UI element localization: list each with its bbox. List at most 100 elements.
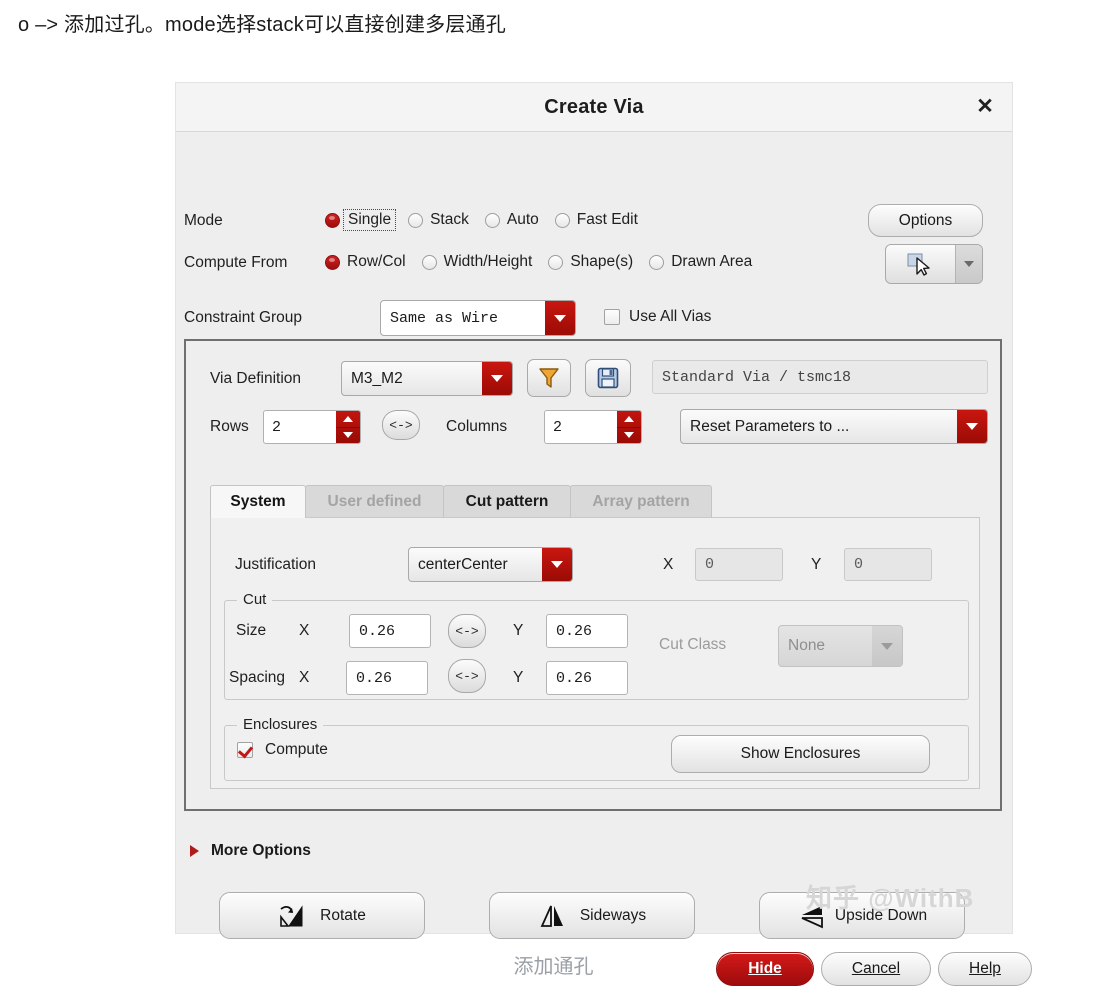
cut-spacing-label: Spacing	[229, 669, 286, 686]
rotate-label: Rotate	[320, 906, 366, 924]
reset-parameters-value: Reset Parameters to ...	[690, 417, 850, 435]
tab-system[interactable]: System	[210, 485, 306, 518]
via-definition-value: M3_M2	[351, 369, 403, 387]
enclosures-group-title: Enclosures	[237, 716, 324, 733]
constraint-group-label: Constraint Group	[184, 309, 303, 326]
radio-mode-auto[interactable]: Auto	[484, 211, 539, 229]
checkbox-check-icon	[237, 742, 253, 758]
pointer-select-tool-button[interactable]	[885, 244, 983, 284]
cut-size-x-input[interactable]: 0.26	[349, 614, 431, 648]
justification-select[interactable]: centerCenter	[408, 547, 573, 582]
chevron-down-icon[interactable]	[955, 245, 982, 283]
filter-funnel-button[interactable]	[527, 359, 571, 397]
stepper-down-icon[interactable]	[336, 428, 360, 444]
more-options-label: More Options	[211, 842, 311, 859]
tab-cut-pattern[interactable]: Cut pattern	[443, 485, 571, 518]
radio-compute-shapes[interactable]: Shape(s)	[548, 253, 633, 271]
radio-dot-icon	[548, 254, 564, 270]
page-note: o –> 添加过孔。mode选择stack可以直接创建多层通孔	[18, 14, 506, 36]
mirror-horizontal-icon	[801, 905, 823, 928]
pointer-select-icon	[886, 245, 955, 283]
sideways-label: Sideways	[579, 906, 647, 924]
dialog-body: Mode Single Stack Auto Fast Edit Options…	[176, 132, 1032, 986]
radio-label: Width/Height	[443, 253, 533, 270]
stepper-up-icon[interactable]	[617, 411, 641, 428]
rows-columns-swap-button[interactable]: <->	[382, 410, 420, 440]
mirror-vertical-icon	[540, 905, 563, 927]
tab-strip: System User defined Cut pattern Array pa…	[210, 485, 980, 518]
cut-spacing-x-input[interactable]: 0.26	[346, 661, 428, 695]
radio-dot-icon	[649, 254, 665, 270]
more-options-toggle[interactable]: More Options	[190, 842, 311, 860]
rotate-icon	[280, 904, 303, 927]
constraint-group-select[interactable]: Same as Wire	[380, 300, 576, 336]
enclosures-group: Enclosures Compute Show Enclosures	[224, 716, 969, 781]
radio-dot-icon	[325, 254, 340, 270]
enclosures-compute-checkbox[interactable]: Compute	[237, 741, 328, 759]
use-all-vias-checkbox[interactable]: Use All Vias	[604, 308, 711, 326]
radio-label: Drawn Area	[671, 253, 753, 270]
via-parameters-panel: Via Definition M3_M2 Standard Via / tsmc	[184, 339, 1002, 811]
chevron-down-icon	[545, 301, 575, 335]
cut-group: Cut Size X 0.26 <-> Y 0.26 Spacing X 0.2…	[224, 591, 969, 700]
radio-mode-single[interactable]: Single	[325, 209, 397, 231]
radio-mode-fast-edit[interactable]: Fast Edit	[554, 211, 638, 229]
cut-spacing-swap-button[interactable]: <->	[448, 659, 486, 693]
radio-label: Auto	[506, 211, 539, 228]
cut-size-label: Size	[236, 622, 267, 639]
cut-spacing-x-label: X	[299, 669, 310, 686]
cut-size-swap-button[interactable]: <->	[448, 614, 486, 648]
via-definition-label: Via Definition	[210, 370, 302, 387]
page-caption: 添加通孔	[513, 956, 594, 978]
save-button[interactable]	[585, 359, 631, 397]
radio-mode-stack[interactable]: Stack	[408, 211, 469, 229]
cut-spacing-y-label: Y	[513, 669, 524, 686]
sideways-button[interactable]: Sideways	[489, 892, 695, 939]
compute-from-label: Compute From	[184, 254, 288, 271]
rotate-button[interactable]: Rotate	[219, 892, 425, 939]
justification-y-label: Y	[811, 556, 822, 573]
radio-compute-rowcol[interactable]: Row/Col	[325, 253, 406, 271]
via-definition-select[interactable]: M3_M2	[341, 361, 513, 396]
rows-stepper-buttons[interactable]	[336, 411, 360, 443]
upside-down-button[interactable]: Upside Down	[759, 892, 965, 939]
checkbox-box-icon	[604, 309, 620, 325]
rows-value: 2	[272, 418, 282, 436]
create-via-dialog: Create Via ✕ Mode Single Stack Auto Fast…	[176, 83, 1032, 986]
reset-parameters-select[interactable]: Reset Parameters to ...	[680, 409, 988, 444]
justification-value: centerCenter	[418, 555, 508, 573]
cut-size-y-input[interactable]: 0.26	[546, 614, 628, 648]
columns-stepper[interactable]: 2	[544, 410, 642, 444]
options-button[interactable]: Options	[868, 204, 983, 237]
use-all-vias-label: Use All Vias	[629, 308, 712, 325]
columns-stepper-buttons[interactable]	[617, 411, 641, 443]
chevron-down-icon	[957, 410, 987, 443]
triangle-right-icon	[190, 845, 199, 857]
chevron-down-icon	[872, 626, 902, 666]
cut-spacing-y-input[interactable]: 0.26	[546, 661, 628, 695]
chevron-down-icon	[542, 548, 572, 581]
radio-label: Stack	[430, 211, 469, 228]
cut-class-select: None	[778, 625, 903, 667]
tab-user-defined: User defined	[305, 485, 444, 518]
radio-label: Single	[343, 209, 397, 231]
justification-x-input[interactable]: 0	[695, 548, 783, 581]
show-enclosures-button[interactable]: Show Enclosures	[671, 735, 930, 773]
close-icon[interactable]: ✕	[972, 94, 998, 120]
rows-stepper[interactable]: 2	[263, 410, 361, 444]
enclosures-compute-label: Compute	[265, 741, 328, 758]
rows-label: Rows	[210, 418, 249, 435]
cut-group-title: Cut	[237, 591, 273, 608]
justification-y-input[interactable]: 0	[844, 548, 932, 581]
via-definition-info: Standard Via / tsmc18	[652, 360, 988, 394]
radio-dot-icon	[325, 212, 340, 228]
radio-label: Fast Edit	[576, 211, 638, 228]
stepper-down-icon[interactable]	[617, 428, 641, 444]
stepper-up-icon[interactable]	[336, 411, 360, 428]
radio-compute-drawn-area[interactable]: Drawn Area	[649, 253, 752, 271]
dialog-title: Create Via	[544, 96, 644, 118]
mode-label: Mode	[184, 212, 223, 229]
cut-class-label: Cut Class	[659, 636, 727, 653]
radio-compute-width-height[interactable]: Width/Height	[421, 253, 533, 271]
filter-funnel-icon	[539, 368, 559, 388]
